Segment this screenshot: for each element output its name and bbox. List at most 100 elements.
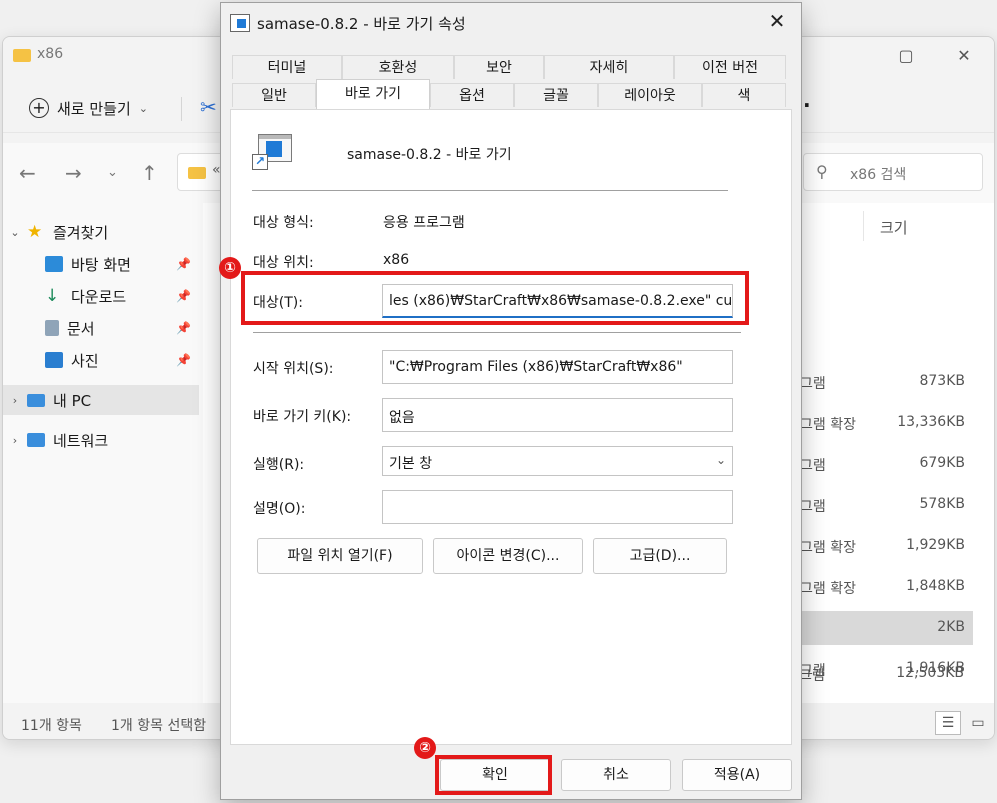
file-type: 그램 [799,668,825,684]
star-icon: ★ [27,222,43,242]
run-select[interactable]: 기본 창 ⌄ [382,446,733,476]
list-item[interactable]: 그램 확장 1,848KB [798,570,973,604]
file-size: 13,336KB [897,414,965,430]
chevron-down-icon: ⌄ [138,101,148,115]
new-button-label: 새로 만들기 [57,99,131,118]
apply-button[interactable]: 적용(A) [682,759,792,791]
tab-terminal[interactable]: 터미널 [232,55,342,79]
tab-compatibility[interactable]: 호환성 [342,55,454,79]
desktop-icon [45,256,63,272]
list-item[interactable]: 그램 확장 13,336KB [798,406,973,440]
search-input[interactable]: ⚲ x86 검색 [803,153,983,191]
change-icon-button[interactable]: 아이콘 변경(C)... [433,538,583,574]
start-in-input[interactable]: "C:₩Program Files (x86)₩StarCraft₩x86" [382,350,733,384]
file-type: 그램 확장 [800,540,856,556]
document-icon [45,320,59,336]
tab-details[interactable]: 자세히 [544,55,674,79]
run-label: 실행(R): [253,457,305,473]
tab-font[interactable]: 글꼴 [514,83,598,107]
open-file-location-button[interactable]: 파일 위치 열기(F) [257,538,423,574]
file-size: 873KB [919,373,965,389]
close-icon[interactable]: ✕ [765,9,789,33]
file-size: 679KB [919,455,965,471]
chevron-down-icon: ⌄ [10,225,20,239]
selected-count: 1개 항목 선택함 [111,718,207,734]
advanced-button[interactable]: 고급(D)... [593,538,727,574]
list-item[interactable]: 그램 679KB [798,447,973,481]
network-icon [27,433,45,447]
list-item[interactable] [798,693,973,703]
target-type-label: 대상 형식: [253,215,314,231]
sidebar-item-favorites[interactable]: ⌄ ★ 즐겨찾기 [3,217,199,247]
file-size: 12,503KB [896,665,964,681]
list-item[interactable]: 그램 확장 1,929KB [798,529,973,563]
chevron-right-icon: › [12,393,18,407]
shortcut-name: samase-0.8.2 - 바로 가기 [347,147,512,163]
file-size: 1,848KB [906,578,965,594]
close-icon[interactable]: ✕ [949,43,979,69]
divider [253,332,741,333]
pin-icon[interactable]: 📌 [176,289,191,303]
file-type: 그램 [800,458,826,474]
sidebar: ⌄ ★ 즐겨찾기 바탕 화면 📌 ↓ 다운로드 📌 문서 📌 사진 📌 › 내 … [3,203,203,703]
file-size: 578KB [919,496,965,512]
folder-icon [188,167,206,179]
more-icon[interactable]: · [803,93,811,117]
plus-icon: + [29,98,49,118]
step-2-badge: ② [414,737,436,759]
sidebar-item-label: 다운로드 [71,287,127,306]
list-item[interactable]: 그램 12,503KB [797,657,972,691]
sidebar-item-downloads[interactable]: ↓ 다운로드 📌 [3,281,199,311]
chevron-right-icon: › [12,433,18,447]
explorer-title: x86 [37,46,64,62]
target-location-label: 대상 위치: [253,255,314,271]
tab-colors[interactable]: 색 [702,83,786,107]
comment-input[interactable] [382,490,733,524]
hotkey-input[interactable]: 없음 [382,398,733,432]
back-arrow-icon[interactable]: ← [19,161,36,185]
tab-previous-versions[interactable]: 이전 버전 [674,55,786,79]
target-location-value: x86 [383,252,410,268]
sidebar-item-desktop[interactable]: 바탕 화면 📌 [3,249,199,279]
pin-icon[interactable]: 📌 [176,353,191,367]
tab-options[interactable]: 옵션 [430,83,514,107]
pc-icon [27,393,45,407]
sidebar-item-pictures[interactable]: 사진 📌 [3,345,199,375]
divider [252,190,728,191]
pin-icon[interactable]: 📌 [176,257,191,271]
new-button[interactable]: + 새로 만들기 ⌄ [29,93,148,123]
sidebar-item-label: 사진 [71,351,99,370]
list-item[interactable]: 그램 873KB [798,365,973,399]
step-1-badge: ① [219,257,241,279]
tab-layout[interactable]: 레이아웃 [598,83,702,107]
dialog-title: samase-0.8.2 - 바로 가기 속성 [257,15,466,33]
cancel-button[interactable]: 취소 [561,759,671,791]
cut-icon[interactable]: ✂ [200,95,217,119]
file-type: 그램 [800,376,826,392]
maximize-icon[interactable]: ▢ [891,43,921,69]
chevron-down-icon: ⌄ [715,453,726,467]
tab-shortcut[interactable]: 바로 가기 [316,79,430,109]
sidebar-item-network[interactable]: › 네트워크 [3,425,199,455]
recent-chevron-icon[interactable]: ⌄ [107,165,118,180]
tab-general[interactable]: 일반 [232,83,316,107]
pin-icon[interactable]: 📌 [176,321,191,335]
up-arrow-icon[interactable]: ↑ [141,161,158,185]
tiles-view-icon[interactable]: ▭ [965,711,991,735]
column-header-size[interactable]: 크기 [863,211,973,241]
tab-security[interactable]: 보안 [454,55,544,79]
details-view-icon[interactable]: ☰ [935,711,961,735]
sidebar-item-label: 내 PC [53,391,92,410]
list-item[interactable]: 2KB [798,611,973,645]
file-size: 1,929KB [906,537,965,553]
sidebar-item-label: 네트워크 [53,431,109,450]
sidebar-item-documents[interactable]: 문서 📌 [3,313,199,343]
folder-icon [13,49,31,62]
forward-arrow-icon[interactable]: → [65,161,82,185]
sidebar-item-this-pc[interactable]: › 내 PC [3,385,199,415]
sidebar-item-label: 바탕 화면 [71,255,131,274]
highlight-target-field [241,271,749,325]
hotkey-label: 바로 가기 키(K): [253,409,352,425]
download-icon: ↓ [45,286,60,306]
list-item[interactable]: 그램 578KB [798,488,973,522]
